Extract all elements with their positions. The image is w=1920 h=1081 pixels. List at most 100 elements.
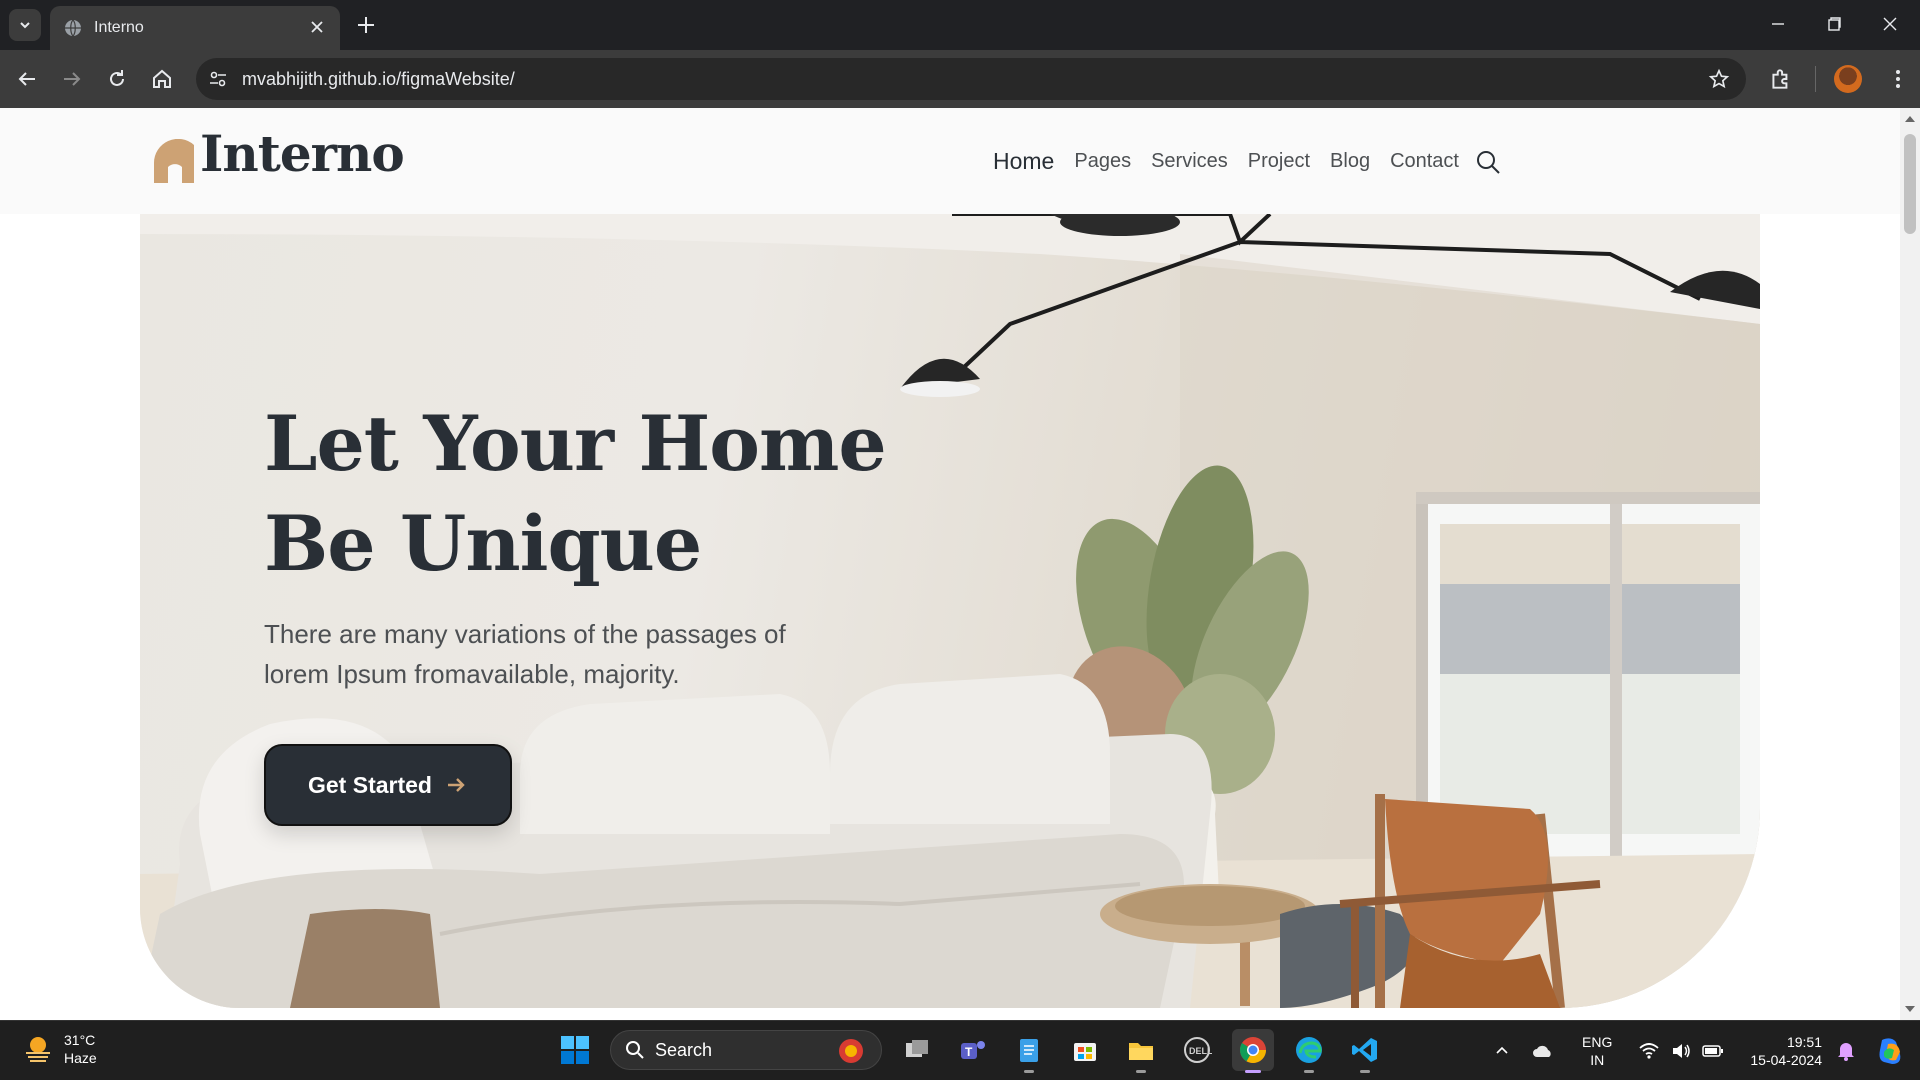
search-highlight-icon	[839, 1039, 863, 1063]
store-icon	[1074, 1043, 1096, 1061]
address-bar[interactable]: mvabhijith.github.io/figmaWebsite/	[196, 58, 1746, 100]
site-header: Interno Home Pages Services Project Blog…	[0, 108, 1900, 214]
task-view-button[interactable]	[896, 1029, 938, 1071]
svg-text:T: T	[965, 1045, 973, 1059]
clock[interactable]: 19:51 15-04-2024	[1750, 1033, 1822, 1069]
hero-section: Let Your Home Be Unique There are many v…	[140, 214, 1760, 1008]
hero-subtitle: There are many variations of the passage…	[264, 619, 786, 689]
new-tab-icon[interactable]	[354, 13, 378, 37]
tab-search-button[interactable]	[9, 9, 41, 41]
battery-icon[interactable]	[1702, 1044, 1724, 1058]
nav-services[interactable]: Services	[1151, 150, 1228, 173]
chevron-down-icon	[20, 22, 30, 29]
notepad-icon	[1020, 1039, 1038, 1062]
nav-contact[interactable]: Contact	[1390, 150, 1459, 173]
hero-title-line2: Be Unique	[264, 499, 702, 588]
nav-home[interactable]: Home	[993, 148, 1054, 175]
windows-logo-icon	[561, 1036, 589, 1064]
windows-taskbar: 31°C Haze Search T DELL ENG IN 19:51 15-…	[0, 1020, 1920, 1080]
browser-tab[interactable]: Interno	[50, 6, 340, 50]
language-indicator[interactable]: ENG IN	[1582, 1033, 1612, 1069]
home-icon[interactable]	[150, 67, 174, 91]
scroll-down-arrow[interactable]	[1905, 1006, 1915, 1012]
edge-icon	[1296, 1037, 1322, 1063]
taskbar-search[interactable]: Search	[610, 1030, 882, 1070]
toolbar-separator	[1815, 66, 1816, 92]
site-logo[interactable]: Interno	[154, 124, 405, 183]
hero-title: Let Your Home Be Unique	[264, 394, 964, 594]
tab-title: Interno	[94, 19, 144, 36]
task-view-icon	[906, 1040, 928, 1057]
system-tray: ENG IN 19:51 15-04-2024	[1494, 1021, 1920, 1081]
weather-temp: 31°C	[64, 1032, 96, 1048]
wifi-icon[interactable]	[1638, 1042, 1660, 1060]
teams-app[interactable]: T	[952, 1029, 994, 1071]
arrow-right-icon	[447, 778, 465, 792]
page-viewport: Interno Home Pages Services Project Blog…	[0, 108, 1920, 1020]
folder-icon	[1129, 1043, 1153, 1060]
scroll-up-arrow[interactable]	[1905, 116, 1915, 122]
taskbar-apps: Search T DELL	[554, 1029, 1386, 1073]
restore-icon[interactable]	[1822, 12, 1846, 36]
site-settings-icon[interactable]	[208, 69, 228, 89]
search-icon	[626, 1041, 644, 1059]
notepad-app[interactable]	[1008, 1029, 1050, 1073]
reload-icon[interactable]	[105, 67, 129, 91]
chrome-icon	[1239, 1037, 1267, 1064]
language-line2: IN	[1590, 1052, 1605, 1068]
clock-date: 15-04-2024	[1750, 1052, 1822, 1068]
store-app[interactable]	[1064, 1029, 1106, 1071]
notification-bell-icon[interactable]	[1836, 1040, 1856, 1062]
browser-tab-bar: Interno	[0, 0, 1920, 50]
weather-widget[interactable]: 31°C Haze	[22, 1031, 97, 1067]
chevron-up-icon[interactable]	[1494, 1043, 1510, 1059]
get-started-label: Get Started	[308, 771, 432, 798]
chrome-app[interactable]	[1232, 1029, 1274, 1073]
taskbar-search-label: Search	[655, 1039, 713, 1060]
close-window-icon[interactable]	[1878, 12, 1902, 36]
globe-icon	[65, 19, 81, 37]
logo-text: Interno	[200, 124, 405, 183]
file-explorer-app[interactable]	[1120, 1029, 1162, 1073]
extensions-icon[interactable]	[1768, 66, 1794, 92]
nav-project[interactable]: Project	[1248, 150, 1310, 173]
nav-blog[interactable]: Blog	[1330, 150, 1370, 173]
running-indicator	[1304, 1070, 1314, 1073]
edge-app[interactable]	[1288, 1029, 1330, 1073]
bookmark-star-icon[interactable]	[1708, 68, 1730, 90]
teams-icon: T	[961, 1041, 985, 1059]
forward-icon[interactable]	[60, 67, 84, 91]
svg-text:DELL: DELL	[1189, 1046, 1212, 1056]
nav-pages[interactable]: Pages	[1074, 150, 1131, 173]
living-room-illustration	[140, 214, 1760, 1008]
volume-icon[interactable]	[1670, 1042, 1692, 1060]
main-nav: Home Pages Services Project Blog Contact	[993, 148, 1501, 175]
logo-arch-icon	[154, 139, 194, 183]
page-scrollbar[interactable]	[1900, 108, 1920, 1020]
scroll-thumb[interactable]	[1904, 134, 1916, 234]
minimize-icon[interactable]	[1766, 12, 1790, 36]
start-button[interactable]	[554, 1029, 596, 1071]
language-line1: ENG	[1582, 1034, 1613, 1050]
close-tab-icon[interactable]	[308, 18, 326, 36]
profile-avatar[interactable]	[1834, 65, 1862, 93]
vscode-app[interactable]	[1344, 1029, 1386, 1073]
running-indicator	[1024, 1070, 1034, 1073]
running-indicator	[1136, 1070, 1146, 1073]
get-started-button[interactable]: Get Started	[264, 744, 512, 826]
dell-app[interactable]: DELL	[1176, 1029, 1218, 1071]
browser-toolbar: mvabhijith.github.io/figmaWebsite/	[0, 50, 1920, 108]
onedrive-cloud-icon[interactable]	[1532, 1043, 1554, 1059]
running-indicator	[1245, 1070, 1261, 1073]
copilot-icon[interactable]	[1874, 1034, 1908, 1068]
vscode-icon	[1352, 1038, 1377, 1062]
running-indicator	[1360, 1070, 1370, 1073]
back-icon[interactable]	[15, 67, 39, 91]
url-text: mvabhijith.github.io/figmaWebsite/	[242, 69, 515, 89]
clock-time: 19:51	[1786, 1034, 1822, 1050]
search-icon[interactable]	[1475, 149, 1501, 175]
weather-haze-icon	[26, 1037, 50, 1062]
more-menu-icon[interactable]	[1886, 66, 1910, 92]
dell-icon: DELL	[1184, 1037, 1212, 1063]
weather-desc: Haze	[64, 1050, 97, 1066]
